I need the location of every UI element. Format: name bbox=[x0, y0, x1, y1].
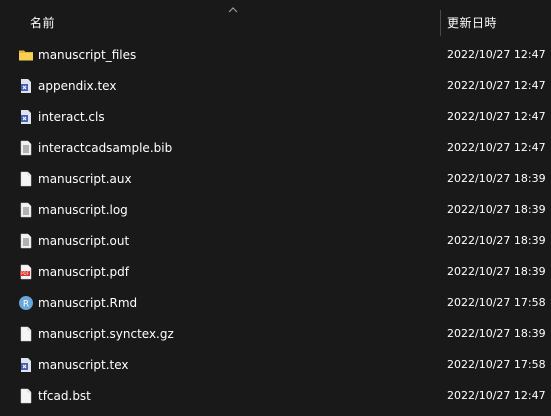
blank-file-icon bbox=[20, 388, 32, 404]
file-row-tfcad-bst[interactable]: tfcad.bst 2022/10/27 12:47 bbox=[0, 381, 551, 412]
file-row-manuscript-files[interactable]: manuscript_files 2022/10/27 12:47 bbox=[0, 40, 551, 71]
file-name: manuscript.aux bbox=[38, 172, 132, 186]
text-file-icon bbox=[20, 140, 32, 156]
file-row-manuscript-log[interactable]: manuscript.log 2022/10/27 18:39 bbox=[0, 195, 551, 226]
file-row-manuscript-synctex-gz[interactable]: manuscript.synctex.gz 2022/10/27 18:39 bbox=[0, 319, 551, 350]
file-name: manuscript.log bbox=[38, 203, 128, 217]
file-date: 2022/10/27 18:39 bbox=[447, 203, 546, 216]
svg-text:R: R bbox=[23, 299, 29, 309]
file-row-manuscript-tex[interactable]: manuscript.tex 2022/10/27 17:58 bbox=[0, 350, 551, 381]
file-date: 2022/10/27 17:58 bbox=[447, 296, 546, 309]
column-name-header[interactable]: 名前 bbox=[30, 14, 55, 31]
tex-file-icon bbox=[21, 79, 31, 93]
column-date-header[interactable]: 更新日時 bbox=[447, 14, 497, 31]
file-date: 2022/10/27 18:39 bbox=[447, 265, 546, 278]
blank-file-icon bbox=[20, 171, 32, 187]
file-row-appendix-tex[interactable]: appendix.tex 2022/10/27 12:47 bbox=[0, 71, 551, 102]
file-date: 2022/10/27 17:58 bbox=[447, 358, 546, 371]
file-name: manuscript.pdf bbox=[38, 265, 129, 279]
file-date: 2022/10/27 12:47 bbox=[447, 141, 546, 154]
sort-ascending-icon[interactable] bbox=[228, 6, 238, 14]
file-date: 2022/10/27 18:39 bbox=[447, 327, 546, 340]
column-divider[interactable] bbox=[440, 10, 441, 36]
folder-icon bbox=[19, 50, 33, 61]
file-row-interact-cls[interactable]: interact.cls 2022/10/27 12:47 bbox=[0, 102, 551, 133]
file-name: manuscript.tex bbox=[38, 358, 129, 372]
file-row-manuscript-aux[interactable]: manuscript.aux 2022/10/27 18:39 bbox=[0, 164, 551, 195]
svg-text:PDF: PDF bbox=[21, 271, 29, 276]
pdf-file-icon: PDF bbox=[20, 264, 32, 280]
file-name: appendix.tex bbox=[38, 79, 117, 93]
file-date: 2022/10/27 18:39 bbox=[447, 172, 546, 185]
text-file-icon bbox=[20, 233, 32, 249]
file-name: interact.cls bbox=[38, 110, 105, 124]
file-row-manuscript-pdf[interactable]: PDF manuscript.pdf 2022/10/27 18:39 bbox=[0, 257, 551, 288]
file-row-manuscript-out[interactable]: manuscript.out 2022/10/27 18:39 bbox=[0, 226, 551, 257]
file-date: 2022/10/27 12:47 bbox=[447, 79, 546, 92]
column-header: 名前 更新日時 bbox=[0, 0, 551, 44]
file-name: interactcadsample.bib bbox=[38, 141, 173, 155]
file-date: 2022/10/27 18:39 bbox=[447, 234, 546, 247]
blank-file-icon bbox=[20, 326, 32, 342]
tex-file-icon bbox=[21, 110, 31, 124]
file-date: 2022/10/27 12:47 bbox=[447, 110, 546, 123]
r-file-icon: R bbox=[19, 296, 33, 310]
file-date: 2022/10/27 12:47 bbox=[447, 48, 546, 61]
file-name: tfcad.bst bbox=[38, 389, 91, 403]
file-list: manuscript_files 2022/10/27 12:47 append… bbox=[0, 40, 551, 412]
file-row-interactcadsample-bib[interactable]: interactcadsample.bib 2022/10/27 12:47 bbox=[0, 133, 551, 164]
file-name: manuscript_files bbox=[38, 48, 137, 62]
file-row-manuscript-rmd[interactable]: R manuscript.Rmd 2022/10/27 17:58 bbox=[0, 288, 551, 319]
file-date: 2022/10/27 12:47 bbox=[447, 389, 546, 402]
text-file-icon bbox=[20, 202, 32, 218]
file-name: manuscript.out bbox=[38, 234, 130, 248]
tex-file-icon bbox=[21, 358, 31, 372]
file-name: manuscript.Rmd bbox=[38, 296, 138, 310]
file-name: manuscript.synctex.gz bbox=[38, 327, 174, 341]
